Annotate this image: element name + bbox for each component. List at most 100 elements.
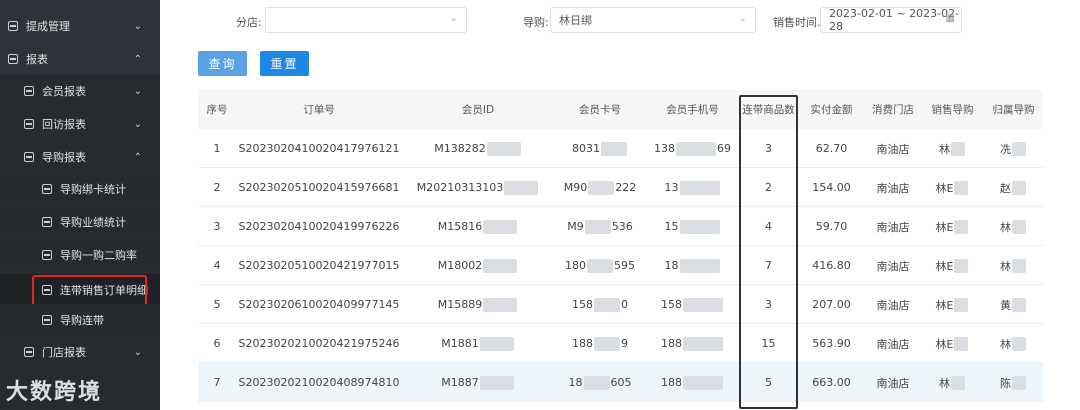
cell-text: 南油店: [876, 220, 910, 234]
sidebar-item-guide-report[interactable]: 导购报表 ⌃: [0, 141, 160, 173]
table-cell-no: 2: [198, 168, 236, 207]
redacted-block: [483, 258, 518, 273]
cell-text: S2023020210020408974810: [238, 376, 400, 389]
query-button[interactable]: 查询: [198, 51, 247, 76]
table-cell-store: 南油店: [865, 168, 921, 207]
table-row[interactable]: 7 S2023020210020408974810 M1887 18 605 188 5 66…: [198, 363, 1043, 402]
chevron-down-icon: ⌄: [133, 85, 142, 97]
table-cell-amount: 59.70: [798, 207, 865, 246]
table-cell-store: 南油店: [865, 324, 921, 363]
sidebar-item-label: 导购连带: [60, 314, 104, 327]
sidebar-item-commission[interactable]: 提成管理 ⌄: [0, 10, 160, 42]
table-cell-member-id: M138282: [402, 129, 554, 168]
table-cell-member-id: M1887: [402, 363, 554, 402]
redacted-block: [486, 141, 521, 156]
chevron-up-icon: ⌃: [133, 151, 142, 163]
table-cell-sales: 林E: [921, 285, 984, 324]
cell-text: 南油店: [876, 142, 910, 156]
cell-text: S2023020210020421975246: [238, 337, 400, 350]
table-row[interactable]: 5 S2023020610020409977145 M15889 158 0 158 3 20…: [198, 285, 1043, 324]
cell-text: S2023020510020415976681: [238, 181, 400, 194]
table-cell-phone: 18: [646, 246, 739, 285]
guide-label: 导购:: [523, 16, 549, 29]
redacted-block: [483, 297, 518, 312]
table-cell-card: 158 0: [554, 285, 646, 324]
table-cell-sales: 林: [921, 363, 984, 402]
table-row[interactable]: 4 S2023020510020421977015 M18002 180 595 18 7 4…: [198, 246, 1043, 285]
table-cell-phone: 13: [646, 168, 739, 207]
table-cell-owner: 冼: [984, 129, 1043, 168]
chevron-down-icon: ⌄: [133, 346, 142, 358]
cell-text: 南油店: [876, 298, 910, 312]
cell-text: M15889: [437, 298, 483, 311]
cell-text: 158: [572, 298, 593, 311]
sidebar-item-store-report[interactable]: 门店报表 ⌄: [0, 336, 160, 368]
menu-icon: [42, 250, 52, 260]
cell-text: 3: [213, 220, 221, 233]
table-row[interactable]: 2 S2023020510020415976681 M20210313103 M90 2…: [198, 168, 1043, 207]
redacted-block: [954, 336, 969, 351]
redacted-block: [1012, 336, 1026, 351]
cell-text: 188: [661, 337, 682, 350]
cell-text: 林: [939, 376, 950, 390]
table-cell-order: S2023020610020409977145: [236, 285, 402, 324]
table-cell-member-id: M18002: [402, 246, 554, 285]
sidebar-item-guide-card-stats[interactable]: 导购绑卡统计: [0, 173, 160, 205]
cell-text: 15: [664, 220, 679, 233]
table-row[interactable]: 6 S2023020210020421975246 M1881 188 9 188 15 56…: [198, 324, 1043, 363]
cell-text: M138282: [434, 142, 486, 155]
table-cell-no: 5: [198, 285, 236, 324]
sidebar-item-guide-repurchase[interactable]: 导购一购二购率: [0, 239, 160, 271]
sidebar-item-label: 导购绑卡统计: [60, 183, 126, 196]
table-cell-store: 南油店: [865, 129, 921, 168]
table-row[interactable]: 3 S2023020410020419976226 M15816 M9 536 15 4 59…: [198, 207, 1043, 246]
cell-text: 154.00: [812, 181, 851, 194]
sidebar-item-visit-report[interactable]: 回访报表 ⌄: [0, 108, 160, 140]
sidebar-item-reports[interactable]: 报表 ⌃: [0, 43, 160, 75]
table-cell-phone: 188: [646, 324, 739, 363]
reset-button[interactable]: 重置: [260, 51, 309, 76]
table-cell-card: 18 605: [554, 363, 646, 402]
cell-text: 南油店: [876, 337, 910, 351]
table-cell-sales: 林E: [921, 168, 984, 207]
cell-text: 陈: [1000, 376, 1011, 390]
redacted-block: [504, 180, 539, 195]
table-cell-sales: 林: [921, 129, 984, 168]
redacted-block: [683, 375, 723, 390]
table-cell-store: 南油店: [865, 246, 921, 285]
table-header: 序号 订单号 会员ID 会员卡号 会员手机号 连带商品数 实付金额 消费门店 销…: [198, 90, 1043, 129]
table-cell-phone: 188: [646, 363, 739, 402]
table-cell-amount: 207.00: [798, 285, 865, 324]
cell-text: S2023020410020419976226: [238, 220, 400, 233]
chevron-down-icon: ⌄: [449, 13, 458, 24]
cell-text: 黄: [1000, 298, 1011, 312]
table-cell-amount: 62.70: [798, 129, 865, 168]
cell-text: 663.00: [812, 376, 851, 389]
table-cell-card: 188 9: [554, 324, 646, 363]
cell-text: 138: [654, 142, 675, 155]
cell-text: 180: [565, 259, 586, 272]
sidebar-item-label: 导购一购二购率: [60, 249, 137, 262]
cell-text: 59.70: [815, 220, 848, 233]
cell-text: 62.70: [815, 142, 848, 155]
highlight-box: [32, 275, 147, 306]
store-select[interactable]: ⌄: [265, 7, 467, 33]
table-row[interactable]: 1 S2023020410020417976121 M138282 8031 138 69…: [198, 129, 1043, 168]
sidebar-item-member-report[interactable]: 会员报表 ⌄: [0, 75, 160, 107]
menu-icon: [42, 315, 52, 325]
table-cell-owner: 赵: [984, 168, 1043, 207]
sidebar-item-guide-joint[interactable]: 导购连带: [0, 304, 160, 336]
sidebar-item-guide-performance[interactable]: 导购业绩统计: [0, 206, 160, 238]
cell-text: M1887: [441, 376, 479, 389]
cell-text: 林E: [935, 337, 954, 351]
table-cell-store: 南油店: [865, 285, 921, 324]
cell-text: 188: [572, 337, 593, 350]
guide-select[interactable]: 林日绑 ⌄: [550, 7, 756, 33]
sidebar-item-label: 门店报表: [42, 346, 86, 359]
redacted-block: [1012, 297, 1026, 312]
redacted-block: [954, 219, 969, 234]
cell-text: M20210313103: [416, 181, 504, 194]
cell-text: M18002: [437, 259, 483, 272]
date-range-picker[interactable]: 2023-02-01 ~ 2023-02-28 ▦: [820, 7, 962, 33]
table-cell-sales: 林E: [921, 246, 984, 285]
